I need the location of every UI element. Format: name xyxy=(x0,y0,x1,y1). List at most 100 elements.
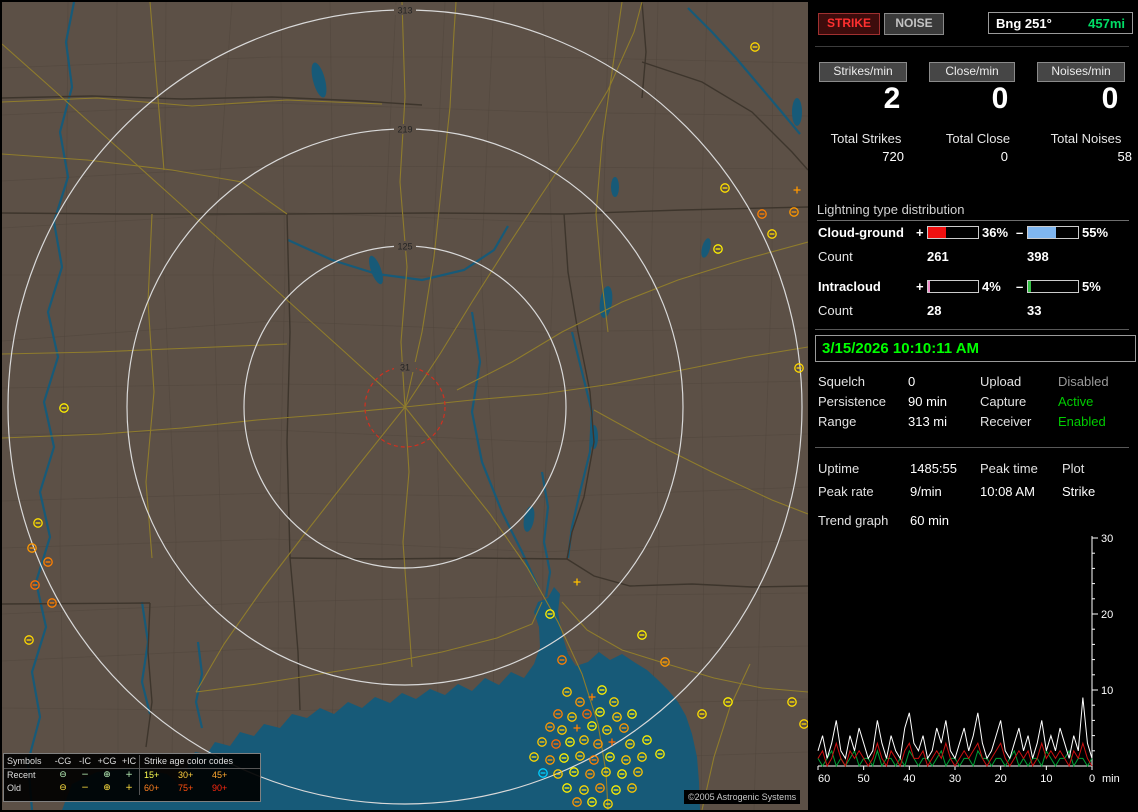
map-panel: 31 125 219 313 Symbols -CG -IC +CG +IC Stri… xyxy=(2,2,808,810)
trend-graph-label: Trend graph xyxy=(818,513,889,528)
svg-text:min: min xyxy=(1102,773,1120,785)
circle-plus-icon: ⊕ xyxy=(103,770,111,780)
cloud-ground-negative-pct: 55% xyxy=(1082,225,1109,240)
bearing-distance: 457mi xyxy=(1088,15,1125,31)
strikes-per-min-button[interactable]: Strikes/min xyxy=(819,62,907,82)
legend-recent-label: Recent xyxy=(7,770,36,780)
capture-label: Capture xyxy=(980,394,1027,409)
svg-text:10: 10 xyxy=(1040,773,1052,785)
age-code: 15+ xyxy=(144,770,160,780)
cloud-ground-label: Cloud-ground xyxy=(818,225,904,240)
intracloud-negative-pct: 5% xyxy=(1082,279,1101,294)
svg-text:60: 60 xyxy=(818,773,830,785)
legend-neg-ic-label: -IC xyxy=(79,755,91,766)
legend-symbols-label: Symbols xyxy=(7,755,42,766)
close-per-min-value: 0 xyxy=(991,82,1009,115)
cloud-ground-negative-count: 398 xyxy=(1027,249,1049,264)
circle-minus-icon: ⊖ xyxy=(59,783,67,793)
legend-pos-ic-label: +IC xyxy=(121,755,137,766)
legend-neg-cg-label: -CG xyxy=(54,755,72,766)
total-close-value: 0 xyxy=(1000,149,1008,164)
legend-header-row: Symbols -CG -IC +CG +IC Strike age color… xyxy=(4,754,260,769)
datetime-display: 3/15/2026 10:10:11 AM xyxy=(815,335,1136,362)
plus-icon: + xyxy=(125,770,133,780)
svg-text:40: 40 xyxy=(903,773,915,785)
age-code: 90+ xyxy=(212,783,228,793)
legend-pos-cg-label: +CG xyxy=(97,755,117,766)
minus-sign: – xyxy=(1016,225,1024,240)
noises-per-min-button[interactable]: Noises/min xyxy=(1037,62,1125,82)
age-code: 45+ xyxy=(212,770,228,780)
plot-mode-value: Strike xyxy=(1062,484,1096,499)
peak-time-value: 10:08 AM xyxy=(980,484,1035,499)
svg-text:125: 125 xyxy=(397,242,412,252)
intracloud-label: Intracloud xyxy=(818,279,881,294)
trend-graph: 10 20 30 60 50 40 30 20 10 0 min xyxy=(814,532,1136,790)
cloud-ground-positive-bar xyxy=(927,226,979,239)
lightning-map[interactable]: 31 125 219 313 xyxy=(2,2,808,810)
total-strikes-value: 720 xyxy=(882,149,904,164)
trend-graph-plot: 10 20 30 60 50 40 30 20 10 0 min xyxy=(817,533,1120,785)
noise-indicator-button[interactable]: NOISE xyxy=(884,13,944,35)
count-label: Count xyxy=(818,303,853,318)
squelch-label: Squelch xyxy=(818,374,865,389)
strikes-per-min-value: 2 xyxy=(883,82,901,115)
close-per-min-button[interactable]: Close/min xyxy=(929,62,1015,82)
uptime-value: 1485:55 xyxy=(910,461,957,476)
svg-text:31: 31 xyxy=(400,363,410,373)
legend-old-label: Old xyxy=(7,783,22,793)
svg-text:50: 50 xyxy=(858,773,870,785)
peak-rate-label: Peak rate xyxy=(818,484,874,499)
svg-text:313: 313 xyxy=(397,6,412,16)
total-noises-label: Total Noises xyxy=(1050,131,1122,146)
squelch-value: 0 xyxy=(908,374,916,389)
age-code: 30+ xyxy=(178,770,194,780)
intracloud-positive-pct: 4% xyxy=(982,279,1001,294)
distribution-section-title: Lightning type distribution xyxy=(817,202,1129,221)
legend-old-row: Old ⊖ − ⊕ + 60+ 75+ 90+ xyxy=(4,782,260,795)
peak-time-label: Peak time xyxy=(980,461,1038,476)
copyright-attribution: ©2005 Astrogenic Systems xyxy=(684,790,801,804)
intracloud-positive-bar xyxy=(927,280,979,293)
capture-status: Active xyxy=(1058,394,1094,409)
plus-icon: + xyxy=(125,783,133,793)
cloud-ground-positive-count: 261 xyxy=(927,249,949,264)
svg-text:219: 219 xyxy=(397,125,412,135)
cloud-ground-negative-bar xyxy=(1027,226,1079,239)
strike-indicator-button[interactable]: STRIKE xyxy=(818,13,880,35)
minus-icon: − xyxy=(81,770,89,780)
peak-rate-value: 9/min xyxy=(910,484,942,499)
circle-minus-icon: ⊖ xyxy=(59,770,67,780)
receiver-status: Enabled xyxy=(1058,414,1106,429)
svg-text:30: 30 xyxy=(949,773,961,785)
total-close-label: Total Close xyxy=(945,131,1011,146)
total-noises-value: 58 xyxy=(1117,149,1132,164)
intracloud-negative-bar xyxy=(1027,280,1079,293)
receiver-label: Receiver xyxy=(980,414,1032,429)
minus-icon: − xyxy=(81,783,89,793)
plot-label: Plot xyxy=(1062,461,1085,476)
svg-text:20: 20 xyxy=(995,773,1007,785)
persistence-value: 90 min xyxy=(908,394,948,409)
bearing-label: Bng 251° xyxy=(996,15,1052,31)
minus-sign: – xyxy=(1016,279,1024,294)
map-legend: Symbols -CG -IC +CG +IC Strike age color… xyxy=(3,753,261,802)
legend-age-title: Strike age color codes xyxy=(139,754,260,768)
plus-sign: + xyxy=(916,225,924,240)
bearing-readout: Bng 251° 457mi xyxy=(988,12,1133,34)
trend-graph-window: 60 min xyxy=(910,513,950,528)
app-window: 31 125 219 313 Symbols -CG -IC +CG +IC Stri… xyxy=(0,0,1138,812)
total-strikes-label: Total Strikes xyxy=(830,131,902,146)
uptime-label: Uptime xyxy=(818,461,860,476)
legend-recent-row: Recent ⊖ − ⊕ + 15+ 30+ 45+ xyxy=(4,769,260,782)
cloud-ground-positive-pct: 36% xyxy=(982,225,1009,240)
upload-label: Upload xyxy=(980,374,1022,389)
count-label: Count xyxy=(818,249,853,264)
svg-text:0: 0 xyxy=(1089,773,1095,785)
age-code: 60+ xyxy=(144,783,160,793)
side-panel: STRIKE NOISE Bng 251° 457mi Strikes/min … xyxy=(812,0,1138,812)
age-code: 75+ xyxy=(178,783,194,793)
legend-old-ages: 60+ 75+ 90+ xyxy=(139,782,260,795)
upload-status: Disabled xyxy=(1058,374,1109,389)
noises-per-min-value: 0 xyxy=(1101,82,1119,115)
